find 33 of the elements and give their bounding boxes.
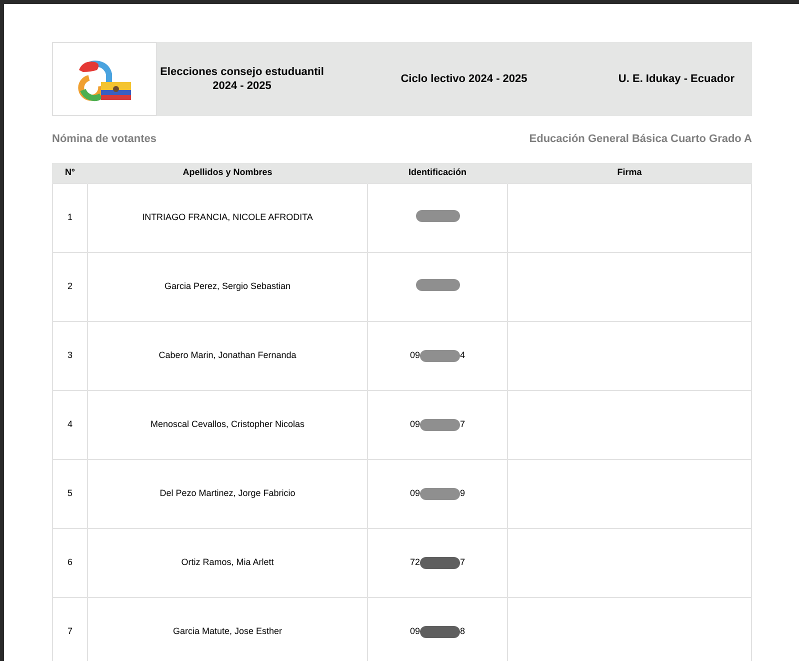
id-visible-digits: 09 [410,487,420,500]
id-visible-digits: 09 [410,418,420,432]
row-number: 2 [52,252,88,322]
id-visible-digits: 7 [460,418,466,432]
voter-name: Del Pezo Martinez, Jorge Fabricio [88,460,368,528]
row-number: 1 [52,184,88,252]
voter-name: INTRIAGO FRANCIA, NICOLE AFRODITA [88,184,368,252]
row-number: 6 [52,528,88,598]
voter-name: Ortiz Ramos, Mia Arlett [88,528,368,598]
column-header: N° [52,162,88,184]
id-visible-digits: 72 [410,556,420,570]
grade-label: Educación General Básica Cuarto Grado A [529,132,752,147]
election-title-line: Elecciones consejo estuduantil [160,65,324,79]
voter-name: Menoscal Cevallos, Cristopher Nicolas [88,390,368,460]
row-number: 4 [52,390,88,460]
column-header: Firma [508,162,752,184]
id-visible-digits: 8 [460,625,466,638]
voter-name: Cabero Marin, Jonathan Fernanda [88,322,368,390]
voter-name: Garcia Perez, Sergio Sebastian [88,252,368,322]
column-header: Apellidos y Nombres [88,162,368,184]
id-visible-digits: 09 [410,625,420,638]
list-title: Nómina de votantes [52,132,157,147]
id-visible-digits: 4 [460,349,466,362]
column-header: Identificación [368,162,508,184]
row-number: 7 [52,598,88,661]
election-title-line: 2024 - 2025 [212,79,272,93]
id-visible-digits: 9 [460,487,466,500]
id-visible-digits: 7 [460,556,466,570]
school-cycle: Ciclo lectivo 2024 - 2025 [400,72,528,87]
row-number: 5 [52,460,88,528]
row-number: 3 [52,322,88,390]
school-name: U. E. Idukay - Ecuador [618,72,735,87]
id-visible-digits: 09 [410,349,420,362]
